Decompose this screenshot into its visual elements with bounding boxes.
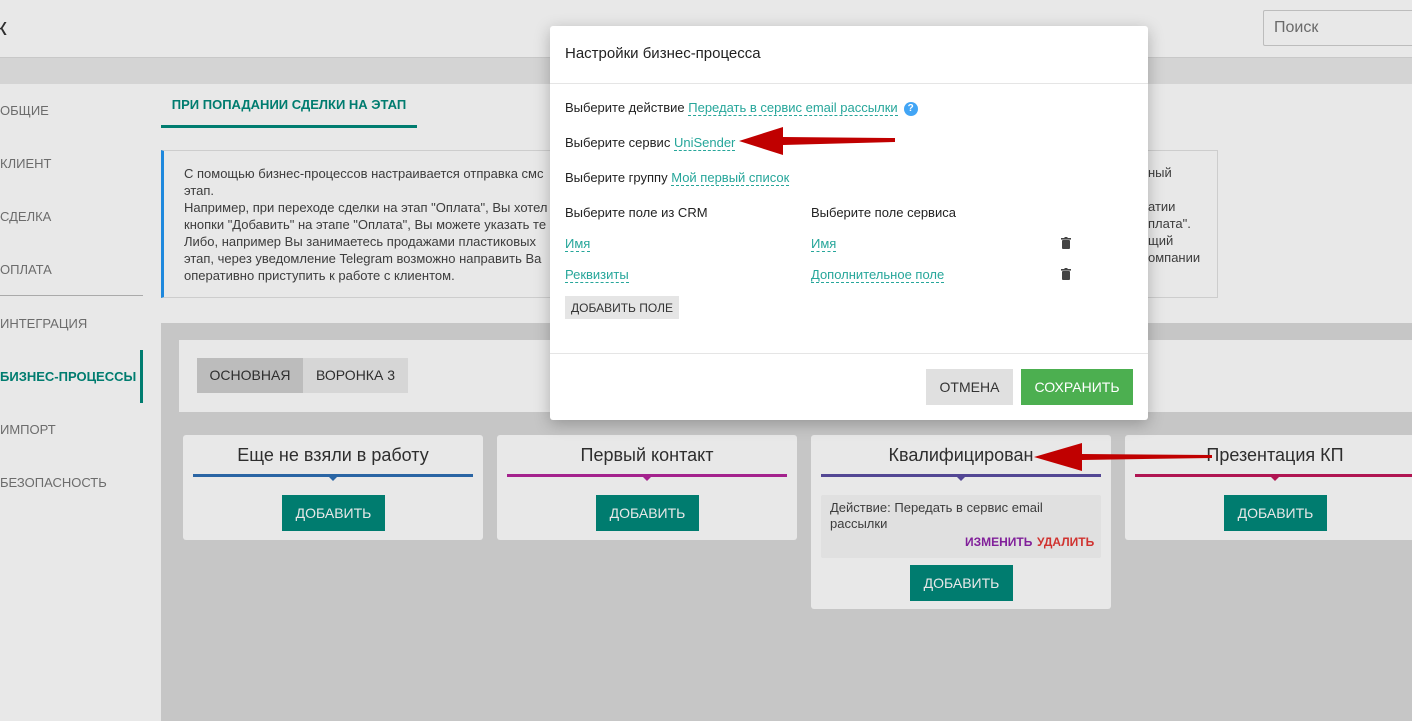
- service-select-link[interactable]: UniSender: [673, 135, 736, 151]
- help-icon[interactable]: ?: [903, 102, 918, 116]
- crm-field-link[interactable]: Реквизиты: [565, 267, 629, 283]
- action-row: Выберите действие Передать в сервис emai…: [565, 100, 918, 116]
- cancel-button[interactable]: ОТМЕНА: [926, 369, 1013, 405]
- save-button[interactable]: СОХРАНИТЬ: [1021, 369, 1133, 405]
- trash-icon[interactable]: [1061, 237, 1071, 249]
- service-field-link[interactable]: Имя: [811, 236, 837, 252]
- service-label: Выберите сервис: [565, 135, 671, 150]
- crm-field-header: Выберите поле из CRM: [565, 205, 708, 220]
- trash-icon[interactable]: [1061, 268, 1071, 280]
- group-row: Выберите группу Мой первый список: [565, 170, 790, 186]
- action-select-link[interactable]: Передать в сервис email рассылки: [688, 100, 898, 116]
- annotation-arrow-icon: [1034, 443, 1212, 471]
- service-field-header: Выберите поле сервиса: [811, 205, 956, 220]
- modal-divider: [550, 83, 1148, 84]
- group-label: Выберите группу: [565, 170, 668, 185]
- add-field-button[interactable]: ДОБАВИТЬ ПОЛЕ: [565, 296, 679, 319]
- business-process-settings-modal: Настройки бизнес-процесса Выберите дейст…: [550, 26, 1148, 420]
- service-field-link[interactable]: Дополнительное поле: [811, 267, 945, 283]
- group-select-link[interactable]: Мой первый список: [671, 170, 790, 186]
- modal-divider: [550, 353, 1148, 354]
- crm-field-link[interactable]: Имя: [565, 236, 591, 252]
- service-row: Выберите сервис UniSender: [565, 135, 736, 151]
- action-label: Выберите действие: [565, 100, 685, 115]
- modal-title: Настройки бизнес-процесса: [565, 45, 761, 62]
- annotation-arrow-icon: [739, 127, 895, 155]
